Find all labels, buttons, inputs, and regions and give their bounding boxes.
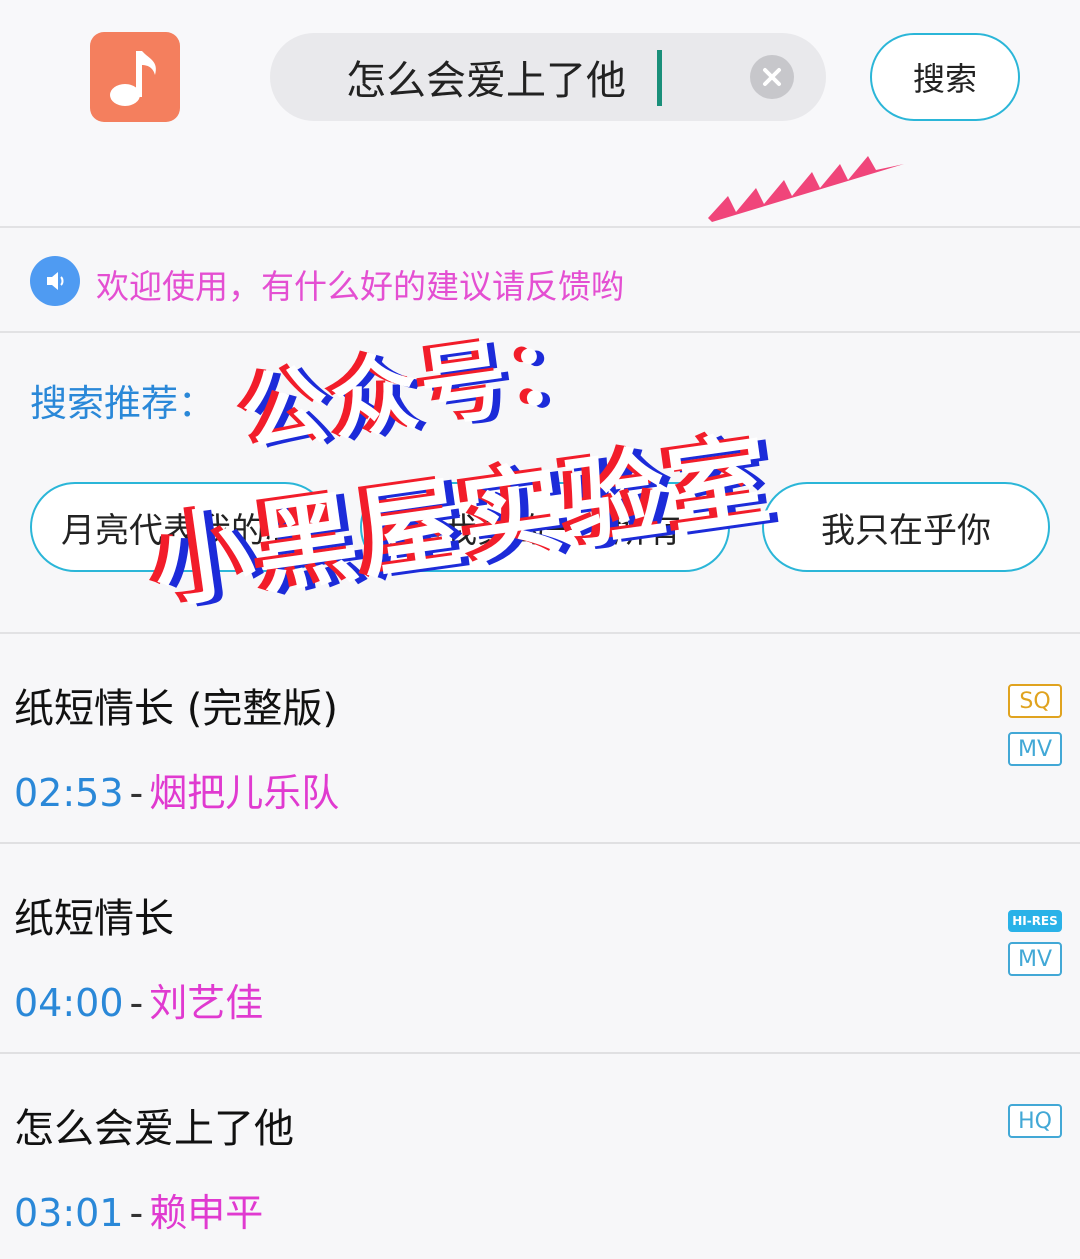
song-duration: 04:00 bbox=[14, 981, 124, 1025]
song-artist[interactable]: 烟把儿乐队 bbox=[149, 771, 339, 815]
meta-separator: - bbox=[129, 1191, 144, 1235]
song-item-1[interactable]: 纸短情长 (完整版) 02:53- 烟把儿乐队 SQ MV bbox=[0, 634, 1080, 844]
music-note-icon bbox=[110, 51, 156, 106]
song-item-2[interactable]: 纸短情长 04:00- 刘艺佳 HI-RES MV bbox=[0, 844, 1080, 1054]
song-meta: 04:00- 刘艺佳 bbox=[14, 972, 263, 1027]
recommend-chip-3[interactable]: 我只在乎你 bbox=[762, 482, 1050, 572]
song-artist[interactable]: 刘艺佳 bbox=[149, 981, 263, 1025]
song-duration: 03:01 bbox=[14, 1191, 124, 1235]
clear-icon bbox=[763, 68, 781, 86]
recommend-chip-1[interactable]: 月亮代表我的心 bbox=[30, 482, 330, 572]
meta-separator: - bbox=[129, 771, 144, 815]
song-list: 纸短情长 (完整版) 02:53- 烟把儿乐队 SQ MV 纸短情长 04:00-… bbox=[0, 632, 1080, 1259]
song-title: 纸短情长 (完整版) bbox=[14, 686, 338, 732]
song-meta: 02:53- 烟把儿乐队 bbox=[14, 762, 339, 817]
song-meta: 03:01- 赖申平 bbox=[14, 1182, 263, 1237]
meta-separator: - bbox=[129, 981, 144, 1025]
app-logo bbox=[90, 32, 180, 122]
clear-button[interactable] bbox=[750, 55, 794, 99]
mv-badge[interactable]: MV bbox=[1008, 942, 1062, 976]
header: 搜索 bbox=[0, 0, 1080, 228]
song-artist[interactable]: 赖申平 bbox=[149, 1191, 263, 1235]
watermark: 公众号： 小黑屋实验室 bbox=[146, 300, 890, 640]
speaker-icon bbox=[30, 256, 80, 306]
sq-badge: SQ bbox=[1008, 684, 1062, 718]
hq-badge: HQ bbox=[1008, 1104, 1062, 1138]
song-duration: 02:53 bbox=[14, 771, 124, 815]
notice-text: 欢迎使用，有什么好的建议请反馈哟 bbox=[96, 267, 624, 306]
text-caret bbox=[657, 50, 662, 106]
recommend-chip-2[interactable]: 是我真的一无所有 bbox=[360, 482, 730, 572]
recommend-title: 搜索推荐： bbox=[30, 382, 215, 425]
notice-bar: 欢迎使用，有什么好的建议请反馈哟 bbox=[0, 230, 1080, 333]
search-button[interactable]: 搜索 bbox=[870, 33, 1020, 121]
hires-badge: HI-RES bbox=[1008, 910, 1062, 932]
song-title: 纸短情长 bbox=[14, 896, 174, 942]
mv-badge[interactable]: MV bbox=[1008, 732, 1062, 766]
search-box[interactable] bbox=[270, 33, 826, 121]
song-title: 怎么会爱上了他 bbox=[14, 1106, 294, 1152]
search-input[interactable] bbox=[346, 47, 726, 107]
song-item-3[interactable]: 怎么会爱上了他 03:01- 赖申平 HQ bbox=[0, 1054, 1080, 1259]
recommend-chips: 月亮代表我的心 是我真的一无所有 我只在乎你 bbox=[30, 482, 1060, 572]
zigzag-decoration bbox=[708, 156, 904, 222]
